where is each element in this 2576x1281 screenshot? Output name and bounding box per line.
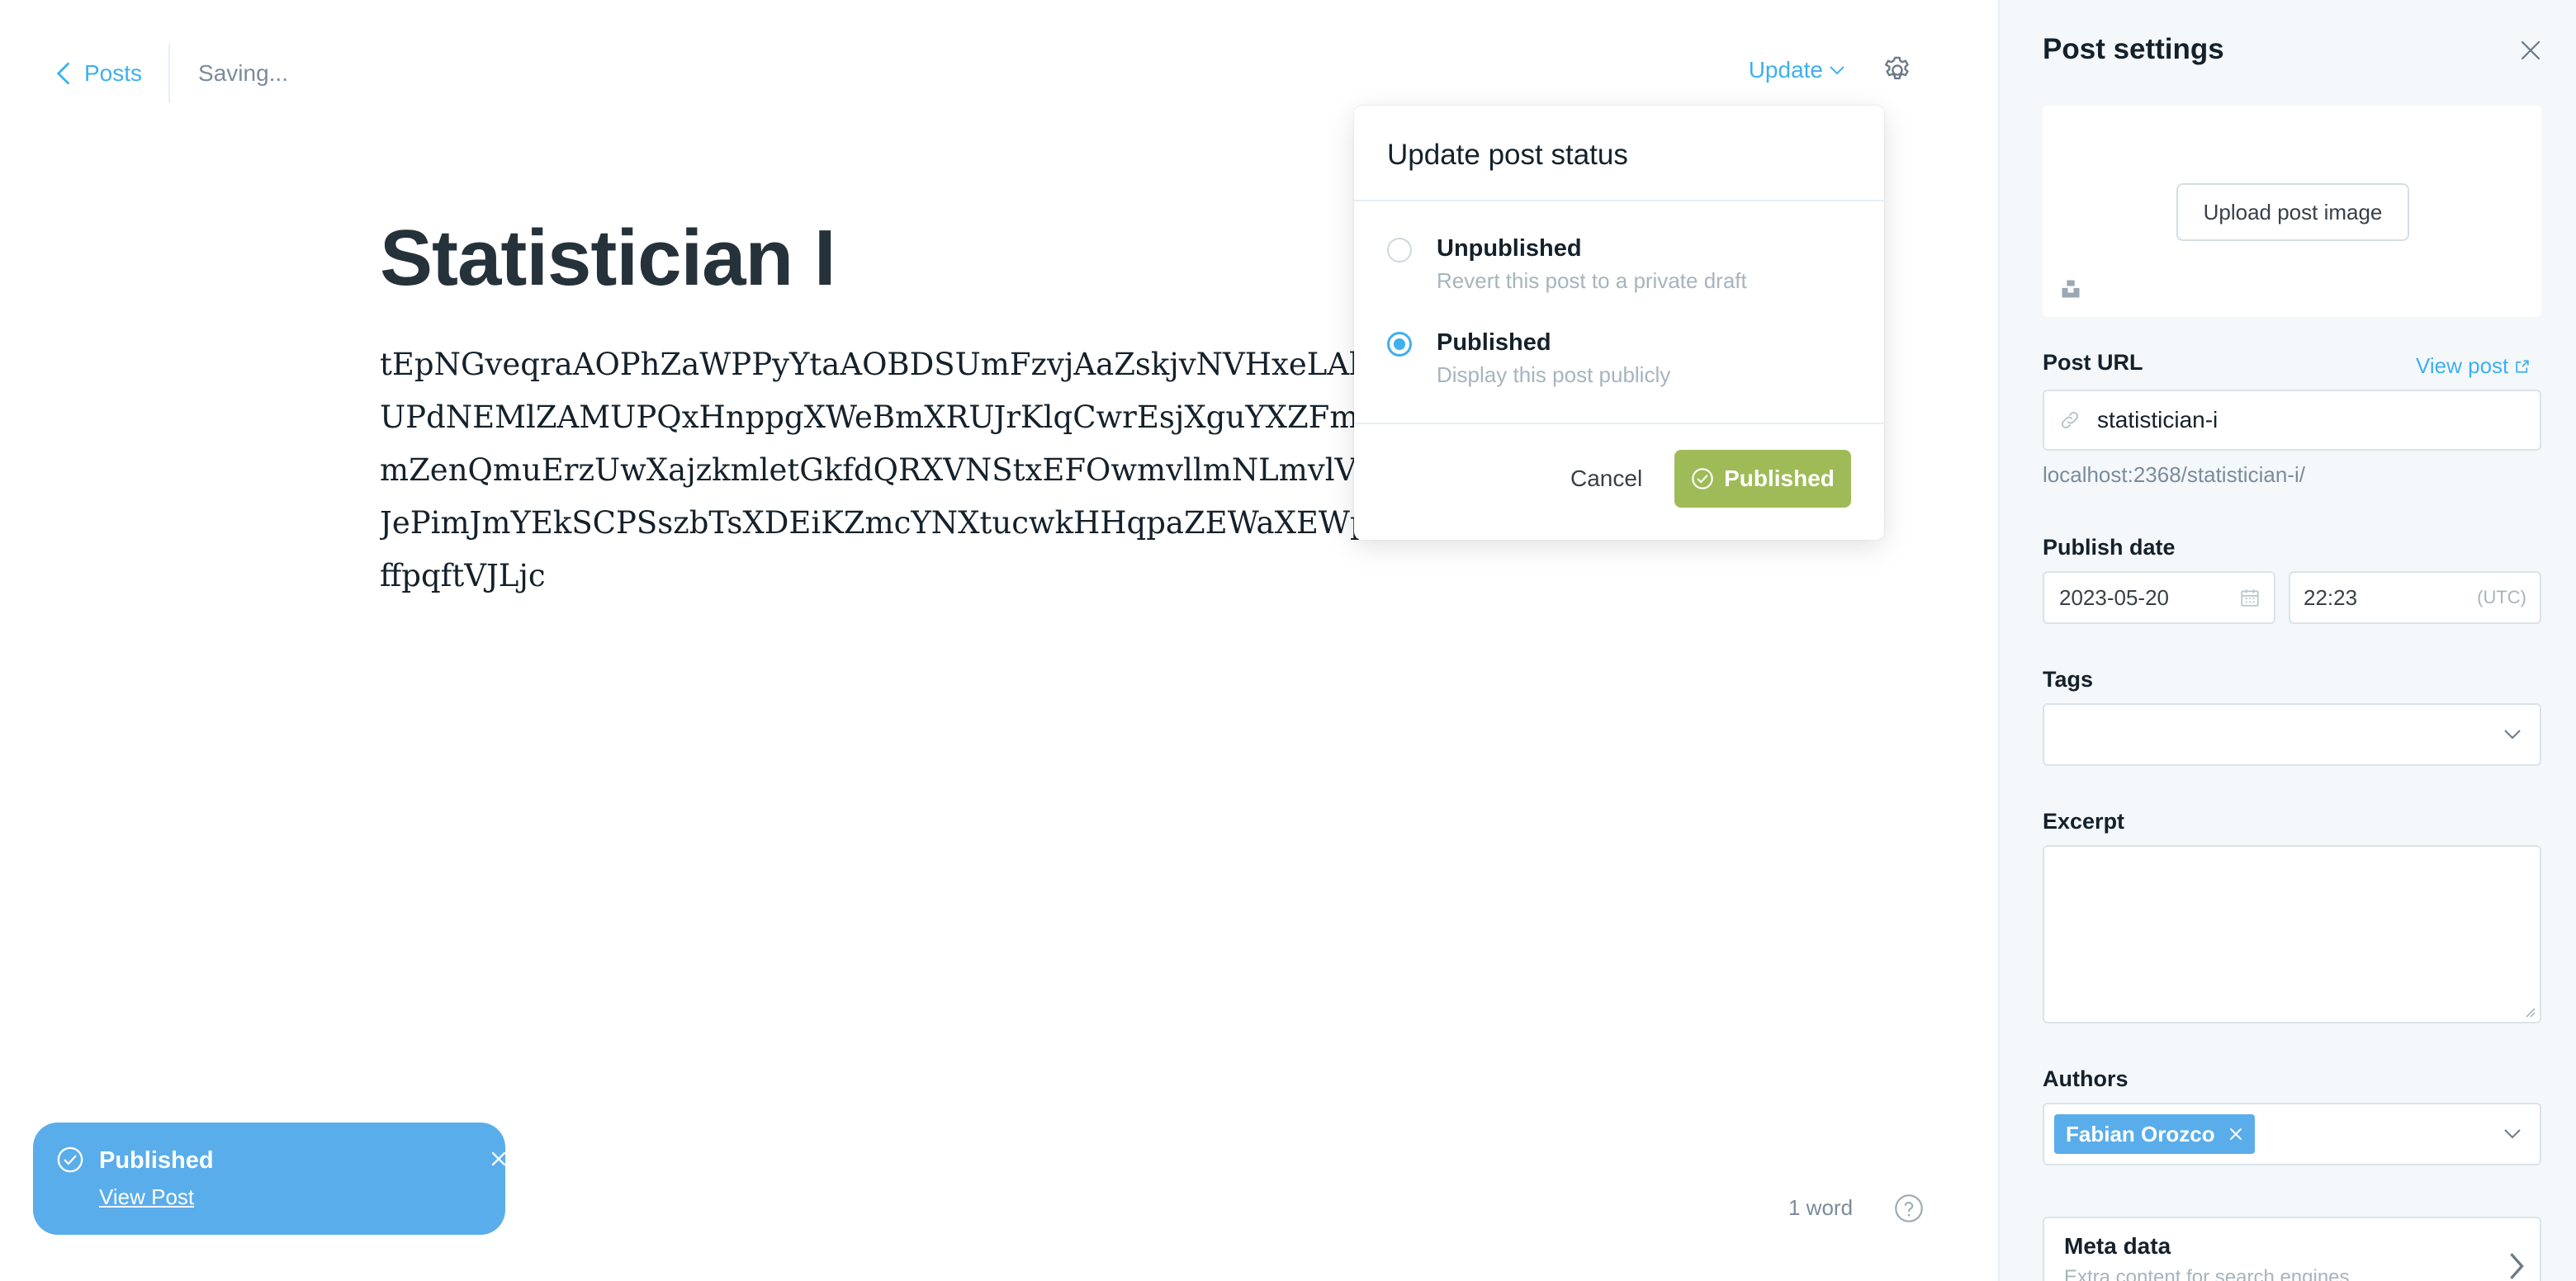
external-link-icon (2516, 359, 2529, 373)
meta-data-title: Meta data (2064, 1233, 2171, 1259)
popover-title: Update post status (1387, 139, 1628, 171)
author-token: Fabian Orozco (2054, 1114, 2255, 1154)
popover-divider (1354, 423, 1884, 424)
close-icon[interactable] (487, 1147, 510, 1170)
post-body[interactable]: tEpNGveqraAOPhZaWPPyYtaAOBDSUmFzvjAaZskj… (380, 338, 1412, 603)
update-status-popover: Update post status Unpublished Revert th… (1354, 106, 1884, 540)
publish-button-label: Published (1724, 466, 1835, 491)
url-preview: localhost:2368/statistician-i/ (2043, 462, 2305, 487)
post-settings-panel: Post settings Upload post image Post URL… (1998, 0, 2576, 1281)
meta-data-description: Extra content for search engines (2064, 1266, 2350, 1281)
tags-label: Tags (2043, 667, 2094, 692)
body-line: JePimJmYEkSCPSszbTsXDEiKZmcYNXtucwkHHqpa… (380, 505, 1370, 541)
publish-confirm-button[interactable]: Published (1674, 450, 1851, 508)
publish-date-input[interactable]: 2023-05-20 (2043, 571, 2275, 624)
option-description: Revert this post to a private draft (1437, 268, 1747, 293)
authors-label: Authors (2043, 1066, 2129, 1091)
calendar-icon[interactable] (2239, 587, 2261, 608)
body-line: UPdNEMlZAMUPQxHnppgXWeBmXRUJrKlqCwrEsjXg… (380, 399, 1359, 435)
upload-post-image-button[interactable]: Upload post image (2176, 183, 2409, 241)
option-label: Published (1437, 329, 1551, 356)
remove-author-icon[interactable] (2228, 1127, 2243, 1142)
published-radio[interactable] (1387, 332, 1412, 357)
chevron-right-icon (2510, 1253, 2524, 1279)
slug-value: statistician-i (2097, 407, 2218, 433)
post-url-input[interactable]: statistician-i (2043, 390, 2541, 451)
settings-toggle-button[interactable] (1881, 54, 1914, 87)
option-unpublished[interactable]: Unpublished Revert this post to a privat… (1387, 233, 1747, 295)
save-status: Saving... (198, 60, 288, 86)
back-link-label: Posts (84, 60, 143, 86)
published-toast: Published View Post (33, 1123, 506, 1235)
time-value: 22:23 (2304, 584, 2358, 610)
popover-divider (1354, 200, 1884, 201)
panel-title: Post settings (2043, 33, 2224, 65)
body-line: tEpNGveqraAOPhZaWPPyYtaAOBDSUmFzvjAaZskj… (380, 347, 1388, 382)
back-to-posts-link[interactable]: Posts (54, 60, 142, 87)
link-icon (2061, 411, 2079, 429)
nav-divider (168, 44, 171, 103)
excerpt-textarea[interactable] (2043, 845, 2541, 1023)
post-url-label: Post URL (2043, 350, 2143, 375)
chevron-down-icon (2504, 730, 2521, 740)
post-image-area: Upload post image (2043, 106, 2541, 317)
view-post-link[interactable]: View post (2416, 353, 2530, 379)
publish-date-label: Publish date (2043, 535, 2176, 560)
excerpt-label: Excerpt (2043, 809, 2125, 834)
editor-actions: Update (1749, 48, 1914, 92)
check-circle-icon (1692, 468, 1713, 489)
body-line: mZenQmuErzUwXajzkmletGkfdQRXVNStxEFOwmvl… (380, 452, 1378, 488)
authors-select[interactable]: Fabian Orozco (2043, 1103, 2541, 1165)
post-title[interactable]: Statistician I (380, 213, 836, 304)
resize-handle-icon[interactable] (2523, 1005, 2536, 1019)
view-post-label: View post (2416, 353, 2509, 378)
gear-icon (1885, 56, 1909, 80)
author-name: Fabian Orozco (2066, 1121, 2215, 1146)
close-icon[interactable] (2518, 38, 2543, 63)
cancel-button[interactable]: Cancel (1570, 461, 1642, 497)
word-count: 1 word (1788, 1195, 1854, 1220)
chevron-down-icon (2504, 1129, 2521, 1139)
meta-data-item[interactable]: Meta data Extra content for search engin… (2043, 1217, 2541, 1281)
tags-select[interactable] (2043, 703, 2541, 766)
help-icon[interactable] (1894, 1194, 1924, 1223)
option-description: Display this post publicly (1437, 362, 1671, 387)
toast-view-post-link[interactable]: View Post (99, 1182, 194, 1212)
date-value: 2023-05-20 (2059, 584, 2169, 610)
editor-nav: Posts Saving... (54, 44, 288, 103)
unpublished-radio[interactable] (1387, 238, 1412, 262)
toast-title: Published (99, 1147, 214, 1174)
chevron-left-icon (56, 62, 70, 85)
body-line: ffpqftVJLjc (380, 558, 546, 593)
option-label: Unpublished (1437, 235, 1582, 262)
chevron-down-icon (1830, 66, 1844, 75)
update-label: Update (1748, 57, 1823, 83)
option-published[interactable]: Published Display this post publicly (1387, 327, 1670, 390)
unsplash-icon[interactable] (2059, 277, 2082, 300)
timezone-label: (UTC) (2477, 587, 2526, 607)
check-circle-icon (57, 1146, 83, 1173)
update-dropdown-button[interactable]: Update (1749, 57, 1844, 83)
publish-time-input[interactable]: 22:23 (UTC) (2289, 571, 2541, 624)
